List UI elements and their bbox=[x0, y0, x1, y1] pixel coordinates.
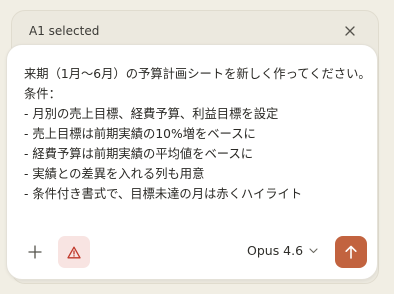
send-button[interactable] bbox=[335, 236, 367, 268]
prompt-toolbar: Opus 4.6 bbox=[7, 229, 377, 279]
prompt-line: - 実績との差異を入れる列も用意 bbox=[24, 167, 205, 181]
warning-triangle-icon bbox=[67, 246, 81, 258]
selection-title: A1 selected bbox=[29, 24, 100, 38]
prompt-line: 条件： bbox=[24, 87, 61, 101]
model-label: Opus 4.6 bbox=[247, 243, 304, 258]
add-button[interactable] bbox=[23, 240, 47, 264]
prompt-text[interactable]: 来期（1月〜6月）の予算計画シートを新しく作ってください。 条件： - 月別の売… bbox=[24, 64, 371, 204]
arrow-up-icon bbox=[345, 245, 357, 259]
chevron-down-icon bbox=[309, 247, 318, 253]
prompt-line: - 月別の売上目標、経費予算、利益目標を設定 bbox=[24, 107, 279, 121]
prompt-card: 来期（1月〜6月）の予算計画シートを新しく作ってください。 条件： - 月別の売… bbox=[6, 44, 378, 280]
prompt-line: 来期（1月〜6月）の予算計画シートを新しく作ってください。 bbox=[24, 67, 371, 81]
plus-icon bbox=[28, 245, 42, 259]
prompt-line: - 条件付き書式で、目標未達の月は赤くハイライト bbox=[24, 187, 303, 201]
prompt-line: - 売上目標は前期実績の10%増をベースに bbox=[24, 127, 256, 141]
close-icon bbox=[345, 26, 355, 36]
prompt-line: - 経費予算は前期実績の平均値をベースに bbox=[24, 147, 254, 161]
close-button[interactable] bbox=[342, 23, 358, 39]
model-selector[interactable]: Opus 4.6 bbox=[247, 243, 318, 258]
warning-button[interactable] bbox=[58, 236, 90, 268]
